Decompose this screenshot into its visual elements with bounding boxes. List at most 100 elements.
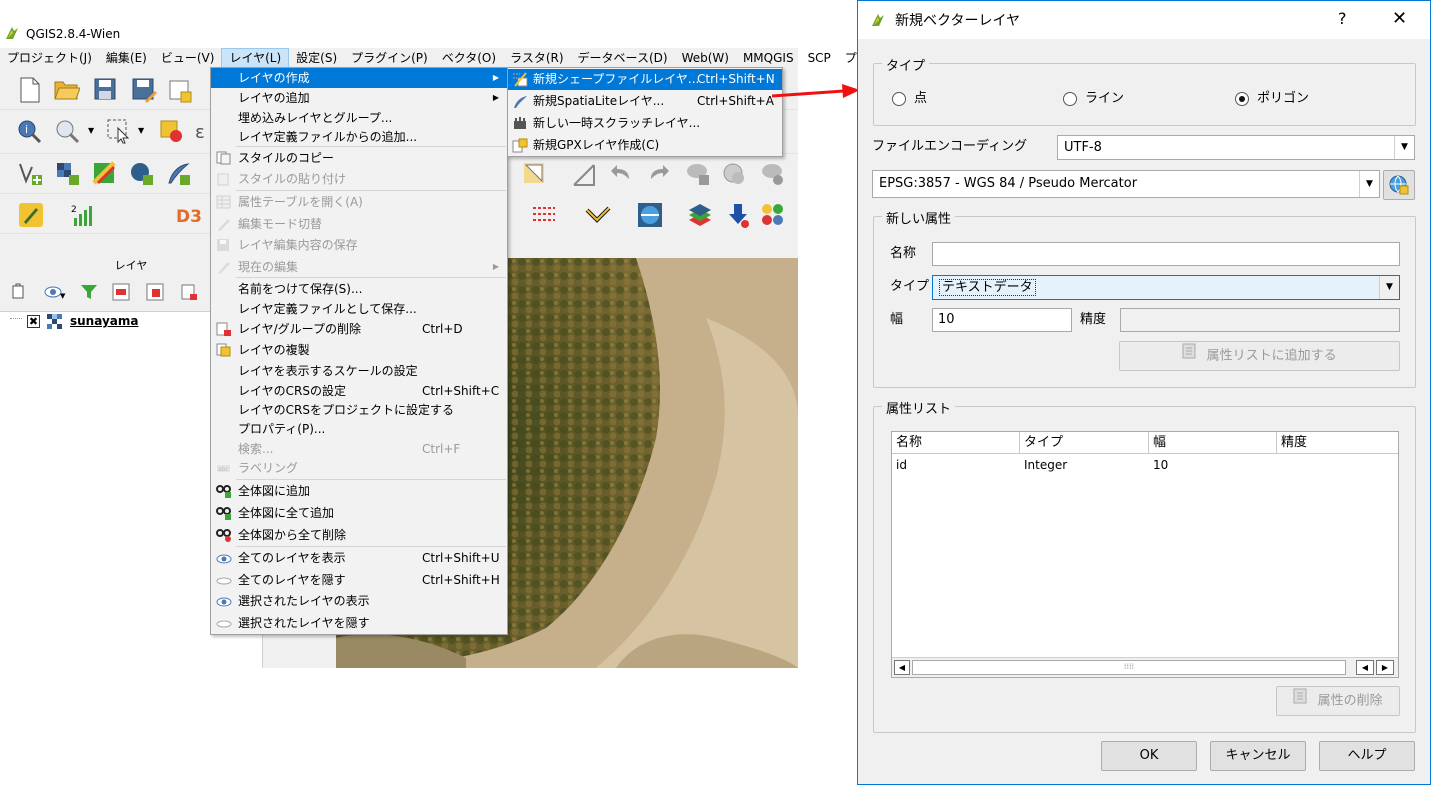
horizontal-scrollbar[interactable]: ◀ ⁞⁞⁞⁞ ◀ ▶ <box>892 657 1398 677</box>
menu-2[interactable]: ビュー(V) <box>154 48 222 68</box>
python-console-icon[interactable] <box>18 202 44 228</box>
help-button[interactable]: ヘルプ <box>1319 741 1415 771</box>
menu-10[interactable]: MMQGIS <box>736 48 801 68</box>
name-input[interactable] <box>932 242 1400 266</box>
polygon-radio[interactable] <box>1235 92 1249 106</box>
add-spatialite-layer-icon[interactable] <box>166 161 192 187</box>
cancel-button[interactable]: キャンセル <box>1210 741 1306 771</box>
simplify-feature-icon[interactable] <box>721 161 747 187</box>
help-icon[interactable]: ? <box>1338 9 1347 28</box>
layer-menu-item[interactable]: 全体図から全て削除 <box>211 525 507 545</box>
chevron-down-icon[interactable]: ▼ <box>1359 171 1379 197</box>
menu-8[interactable]: データベース(D) <box>571 48 675 68</box>
open-layer-styling-icon[interactable] <box>10 283 28 304</box>
add-postgis-layer-icon[interactable] <box>129 161 155 187</box>
layer-menu-item[interactable]: 全てのレイヤを隠す Ctrl+Shift+H <box>211 570 507 590</box>
submenu-item[interactable]: 新規GPXレイヤ作成(C) <box>508 135 782 156</box>
layer-menu-item[interactable]: 全てのレイヤを表示 Ctrl+Shift+U <box>211 548 507 568</box>
crs-select[interactable]: EPSG:3857 - WGS 84 / Pseudo Mercator ▼ <box>872 170 1380 198</box>
close-icon[interactable]: ✕ <box>1392 8 1407 29</box>
open-project-icon[interactable] <box>54 77 81 103</box>
precision-input[interactable] <box>1120 308 1400 332</box>
attribute-table-cell[interactable]: 10 <box>1153 456 1168 474</box>
menu-6[interactable]: ベクタ(O) <box>435 48 503 68</box>
node-tool-icon[interactable] <box>522 161 548 187</box>
chevron-down-icon[interactable]: ▼ <box>1394 136 1414 159</box>
width-input[interactable]: 10 <box>932 308 1072 332</box>
attribute-table-column-header[interactable]: 幅 <box>1149 432 1277 454</box>
scroll-left-icon[interactable]: ◀ <box>1356 660 1374 675</box>
chevron-down-icon[interactable]: ▼ <box>138 126 144 135</box>
layer-menu-item[interactable]: スタイルの貼り付け <box>211 169 507 189</box>
measure-icon[interactable]: ε <box>195 122 205 143</box>
menu-0[interactable]: プロジェクト(J) <box>0 48 99 68</box>
rotate-feature-icon[interactable] <box>685 161 711 187</box>
layer-stack-icon[interactable] <box>687 202 713 228</box>
attribute-table-column-header[interactable]: 精度 <box>1277 432 1398 454</box>
chevron-down-icon[interactable]: ▼ <box>88 126 94 135</box>
scroll-right-icon[interactable]: ▶ <box>1376 660 1394 675</box>
layer-menu-item[interactable]: 編集モード切替 <box>211 214 507 234</box>
redo-icon[interactable] <box>645 161 671 187</box>
grid-tool-icon[interactable] <box>531 202 557 228</box>
manage-visibility-icon[interactable]: ▼ <box>44 285 66 302</box>
layer-name[interactable]: sunayama <box>70 314 138 328</box>
menu-7[interactable]: ラスタ(R) <box>503 48 570 68</box>
layer-menu-item[interactable]: 全体図に全て追加 <box>211 503 507 523</box>
filter-legend-icon[interactable] <box>80 283 98 304</box>
menu-5[interactable]: プラグイン(P) <box>344 48 435 68</box>
openlayers-icon[interactable] <box>637 202 663 228</box>
add-vector-layer-icon[interactable] <box>18 161 44 187</box>
attribute-type-select[interactable]: テキストデータ ▼ <box>932 275 1400 300</box>
layer-menu-item[interactable]: レイヤのCRSの設定 Ctrl+Shift+C <box>211 381 507 401</box>
expand-all-icon[interactable] <box>112 283 130 304</box>
attribute-table-cell[interactable]: Integer <box>1024 456 1067 474</box>
crs-selector-button[interactable] <box>1383 170 1415 200</box>
deselect-icon[interactable] <box>158 118 184 144</box>
zoom-tool-icon[interactable] <box>54 118 80 144</box>
scroll-thumb[interactable]: ⁞⁞⁞⁞ <box>912 660 1346 675</box>
ok-button[interactable]: OK <box>1101 741 1197 771</box>
d3-plugin-icon[interactable]: D3 <box>176 202 202 228</box>
save-project-icon[interactable] <box>93 77 119 103</box>
layer-menu-item[interactable]: レイヤ定義ファイルとして保存... <box>211 299 507 319</box>
add-raster-layer-icon[interactable] <box>55 161 81 187</box>
layer-menu-item[interactable]: レイヤを表示するスケールの設定 <box>211 361 507 381</box>
add-to-attribute-list-button[interactable]: 属性リストに追加する <box>1119 341 1400 371</box>
menu-11[interactable]: SCP <box>801 48 838 68</box>
line-radio-label[interactable]: ライン <box>1085 89 1124 109</box>
point-radio[interactable] <box>892 92 906 106</box>
layer-menu-item[interactable]: 属性テーブルを開く(A) <box>211 192 507 212</box>
remove-layer-icon[interactable] <box>180 283 198 304</box>
layer-menu-item[interactable]: 全体図に追加 <box>211 481 507 501</box>
profile-tool-icon[interactable] <box>585 202 611 228</box>
download-icon[interactable] <box>725 202 751 228</box>
add-ring-icon[interactable] <box>760 161 786 187</box>
identify-icon[interactable]: i <box>16 118 42 144</box>
chevron-down-icon[interactable]: ▼ <box>1379 276 1399 299</box>
layer-menu-item[interactable]: 名前をつけて保存(S)... <box>211 279 507 299</box>
statist-icon[interactable]: 2 <box>70 202 96 228</box>
layer-menu-item[interactable]: レイヤの追加 ▶ <box>211 88 507 108</box>
select-features-icon[interactable] <box>106 118 132 144</box>
encoding-select[interactable]: UTF-8 ▼ <box>1057 135 1415 160</box>
layer-menu-item[interactable]: abc ラベリング <box>211 458 507 478</box>
submenu-item[interactable]: 新規シェープファイルレイヤ... Ctrl+Shift+N <box>508 69 782 90</box>
layer-menu-item[interactable]: レイヤの作成 ▶ <box>211 68 507 88</box>
menu-9[interactable]: Web(W) <box>675 48 736 68</box>
layer-menu-item[interactable]: レイヤ/グループの削除 Ctrl+D <box>211 319 507 339</box>
layer-menu-item[interactable]: 現在の編集 ▶ <box>211 257 507 277</box>
add-wms-layer-icon[interactable] <box>92 161 118 187</box>
field-calculator-icon[interactable] <box>571 161 597 187</box>
undo-icon[interactable] <box>609 161 635 187</box>
layer-menu-item[interactable]: プロパティ(P)... <box>211 419 507 439</box>
layer-menu-item[interactable]: レイヤの複製 <box>211 340 507 360</box>
line-radio[interactable] <box>1063 92 1077 106</box>
layer-menu-item[interactable]: 埋め込みレイヤとグループ... <box>211 108 507 128</box>
layer-menu-item[interactable]: レイヤのCRSをプロジェクトに設定する <box>211 400 507 420</box>
collapse-all-icon[interactable] <box>146 283 164 304</box>
new-project-icon[interactable] <box>18 77 44 103</box>
remove-attribute-button[interactable]: 属性の削除 <box>1276 686 1400 716</box>
layer-menu-item[interactable]: 選択されたレイヤの表示 <box>211 591 507 611</box>
attribute-table-column-header[interactable]: タイプ <box>1020 432 1149 454</box>
